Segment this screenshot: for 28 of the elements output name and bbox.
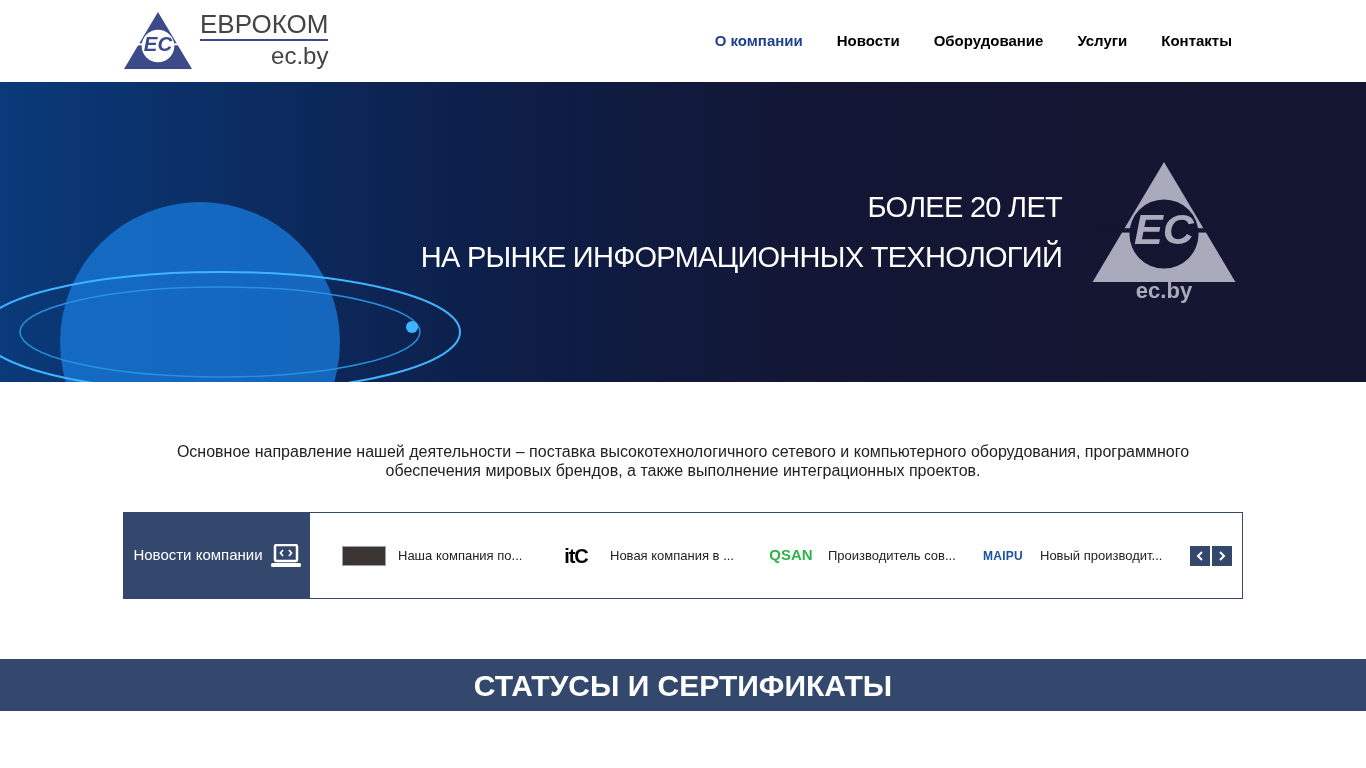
logo-name: ЕВРОКОМ [200, 11, 329, 41]
section-title: СТАТУСЫ И СЕРТИФИКАТЫ [473, 667, 893, 704]
hero-logo-icon: EC [1092, 161, 1236, 283]
hero-text: НА РЫНКЕ ИНФОРМАЦИОННЫХ ТЕХНОЛОГИЙ [420, 239, 1062, 275]
previous-button[interactable] [1190, 545, 1210, 566]
news-title: Новости компании [133, 545, 263, 566]
news-item[interactable]: MAIPU Новый производит... [978, 545, 1168, 566]
nav-link[interactable]: О компании [714, 29, 803, 53]
chevron-right-icon [1218, 550, 1226, 561]
logo-icon: EC [124, 12, 192, 70]
news-item[interactable]: Наша компания по... [342, 545, 532, 566]
nav-link[interactable]: Услуги [1077, 29, 1128, 53]
logo-domain: ec.by [271, 41, 329, 71]
nav-link[interactable]: Контакты [1161, 29, 1232, 53]
laptop-code-icon [270, 543, 301, 568]
chevron-left-icon [1196, 550, 1204, 561]
news-item[interactable]: QSAN Производитель сов... [766, 544, 956, 567]
nav-link[interactable]: Новости [836, 29, 900, 53]
news-item[interactable]: itC Новая компания в ... [554, 540, 744, 571]
partner-badge-image [342, 545, 386, 566]
brand-logo: QSAN [768, 545, 814, 566]
hero-logo-domain: ec.by [1135, 280, 1193, 303]
next-button[interactable] [1212, 545, 1232, 566]
brand-logo: itC [563, 543, 589, 569]
hero-text: БОЛЕЕ 20 ЛЕТ [867, 189, 1062, 225]
intro-paragraph: Основное направление нашей деятельности – поставка высокотехнологичного сетевого и компьютерного оборудования, программного обеспечения мировых брендов, а также выполнение интеграционных проектов. [175, 442, 1191, 480]
brand-logo: MAIPU [981, 547, 1025, 565]
nav-link[interactable]: Оборудование [933, 29, 1044, 53]
